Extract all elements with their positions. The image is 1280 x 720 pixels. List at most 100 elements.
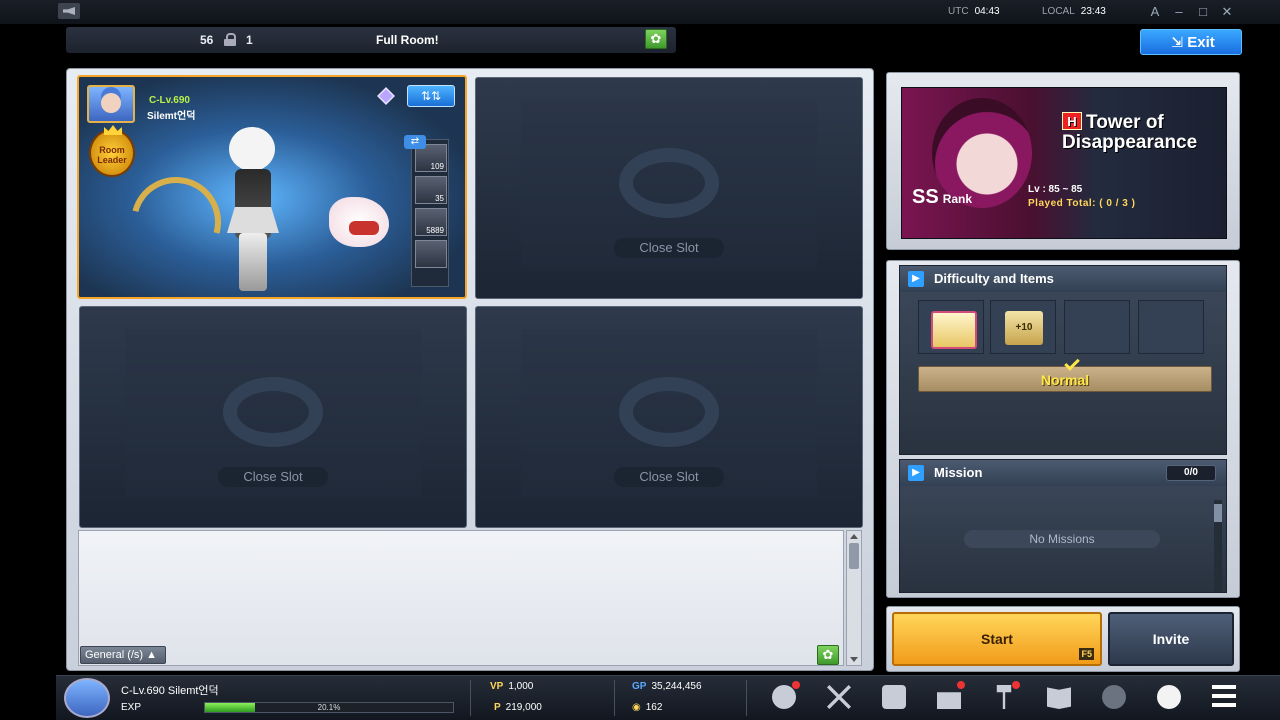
equip-slot-4[interactable] (415, 240, 447, 268)
difficulty-normal-button[interactable]: Normal (918, 355, 1212, 392)
megaphone-icon[interactable] (58, 3, 80, 19)
character-info-icon[interactable] (876, 681, 912, 715)
empty-slot-ring-icon (619, 377, 719, 447)
room-leader-label: Room Leader (97, 145, 127, 165)
gp-tag: GP (632, 681, 647, 692)
alarm-shape (1157, 685, 1181, 709)
scroll-up-icon[interactable] (850, 534, 858, 539)
coin-icon: ◉ (632, 702, 641, 713)
chat-settings-gear-icon[interactable]: ✿ (817, 645, 839, 665)
character-head (229, 127, 275, 171)
exp-percent: 20.1% (317, 703, 341, 712)
room-leader-crown-icon: Room Leader (89, 129, 135, 177)
difficulty-selected-label: Normal (1040, 372, 1090, 388)
exit-button[interactable]: ⇲ Exit (1140, 29, 1242, 55)
equip-slot-3[interactable]: 5889 (415, 208, 447, 236)
player-level: C-Lv.690 (149, 95, 190, 106)
equip-count-3: 5889 (426, 226, 444, 235)
diamond-icon (377, 87, 395, 105)
local-label: LOCAL (1042, 6, 1075, 17)
bottom-status-bar: C-Lv.690 Silemt언덕 EXP 20.1% VP 1,000 P 219… (56, 675, 1280, 720)
chat-scrollbar[interactable] (846, 530, 862, 666)
player-avatar-small[interactable] (64, 678, 110, 718)
dungeon-title: H Tower of Disappearance (1062, 112, 1222, 153)
vp-value: 1,000 (508, 681, 534, 692)
difficulty-panel: ▶ Difficulty and Items Normal ▶ Mission 0/… (886, 260, 1240, 598)
close-window-button[interactable]: ✕ (1218, 3, 1236, 21)
hamburger-menu-icon[interactable] (1206, 681, 1242, 715)
alarm-clock-icon[interactable] (1151, 681, 1187, 715)
divider (746, 680, 747, 716)
notification-badge (957, 681, 965, 689)
change-team-button[interactable]: ⇅⇅ (407, 85, 455, 107)
start-label: Start (981, 631, 1013, 647)
gift-box-icon[interactable] (931, 681, 967, 715)
char-info-shape (882, 685, 906, 709)
dungeon-item-empty-slot[interactable] (1064, 300, 1130, 354)
settings-gear-icon[interactable] (1096, 681, 1132, 715)
scroll-down-icon[interactable] (850, 657, 858, 662)
right-panel: H Tower of Disappearance SS Rank Lv : 85 ~… (886, 72, 1240, 672)
closed-slot-1[interactable]: Close Slot (475, 77, 863, 299)
gp-value: 35,244,456 (651, 681, 702, 692)
rank-value: SS (912, 186, 939, 208)
local-time: 23:43 (1080, 6, 1106, 17)
dungeon-banner[interactable]: H Tower of Disappearance SS Rank Lv : 85 ~… (901, 87, 1227, 239)
room-settings-gear-icon[interactable]: ✿ (645, 29, 667, 49)
dungeon-name-line2: Disappearance (1062, 132, 1198, 153)
scroll-thumb[interactable] (849, 543, 859, 569)
hammer-icon[interactable] (986, 681, 1022, 715)
maximize-button[interactable]: □ (1194, 3, 1212, 21)
utc-label: UTC (948, 6, 969, 17)
book-icon[interactable] (1041, 681, 1077, 715)
swap-icon[interactable]: ⇄ (404, 135, 426, 149)
room-header: 56 1 Full Room! ✿ (66, 27, 676, 53)
lock-icon (224, 33, 236, 46)
crossed-swords-icon[interactable] (821, 681, 857, 715)
points-tag: P (494, 702, 501, 713)
dungeon-item-scroll-icon[interactable] (918, 300, 984, 354)
start-hotkey: F5 (1079, 648, 1094, 660)
chat-log[interactable] (78, 530, 844, 666)
equip-count-2: 35 (435, 194, 444, 203)
vp-display: VP 1,000 (490, 681, 533, 692)
dungeon-item-plus10-icon[interactable] (990, 300, 1056, 354)
dungeon-name-line1: Tower of (1086, 112, 1164, 133)
closed-slot-2[interactable]: Close Slot (79, 306, 467, 528)
closed-slot-3[interactable]: Close Slot (475, 306, 863, 528)
equip-slot-2[interactable]: 35 (415, 176, 447, 204)
divider (470, 680, 471, 716)
difficulty-header-label: Difficulty and Items (934, 271, 1054, 286)
local-clock: LOCAL 23:43 (1042, 6, 1106, 17)
shop-shape (772, 685, 796, 709)
chat-channel-select[interactable]: General (/s) ▲ (80, 646, 166, 664)
start-button[interactable]: Start F5 (892, 612, 1102, 666)
gp-display: GP 35,244,456 (632, 681, 702, 692)
close-slot-label: Close Slot (614, 467, 724, 487)
system-bar: UTC 04:43 LOCAL 23:43 A – □ ✕ (0, 0, 1280, 24)
points-value: 219,000 (505, 702, 542, 713)
mission-header-label: Mission (934, 465, 983, 480)
dungeon-item-empty-slot[interactable] (1138, 300, 1204, 354)
chevron-right-icon: ▶ (908, 271, 924, 287)
mission-header[interactable]: ▶ Mission 0/0 (900, 460, 1226, 486)
exit-label: Exit (1187, 34, 1215, 51)
utc-time: 04:43 (974, 6, 1000, 17)
check-icon (1064, 355, 1080, 371)
mission-scrollbar[interactable] (1214, 500, 1222, 592)
vp-tag: VP (490, 681, 504, 692)
exp-label: EXP (121, 702, 142, 713)
minimize-button[interactable]: – (1170, 3, 1188, 21)
book-shape (1047, 687, 1071, 709)
player-slot[interactable]: C-Lv.690 Silemt언덕 Room Leader ⇅⇅ 109 35 … (77, 75, 467, 299)
character-skirt (227, 207, 279, 233)
exp-bar: 20.1% (204, 702, 454, 713)
mission-count: 0/0 (1166, 465, 1216, 481)
room-title: Full Room! (376, 33, 439, 47)
shop-icon[interactable] (766, 681, 802, 715)
invite-button[interactable]: Invite (1108, 612, 1234, 666)
font-size-button[interactable]: A (1146, 3, 1164, 21)
room-capacity: 1 (246, 33, 253, 47)
coin-display: ◉ 162 (632, 702, 662, 713)
difficulty-header[interactable]: ▶ Difficulty and Items (900, 266, 1226, 292)
